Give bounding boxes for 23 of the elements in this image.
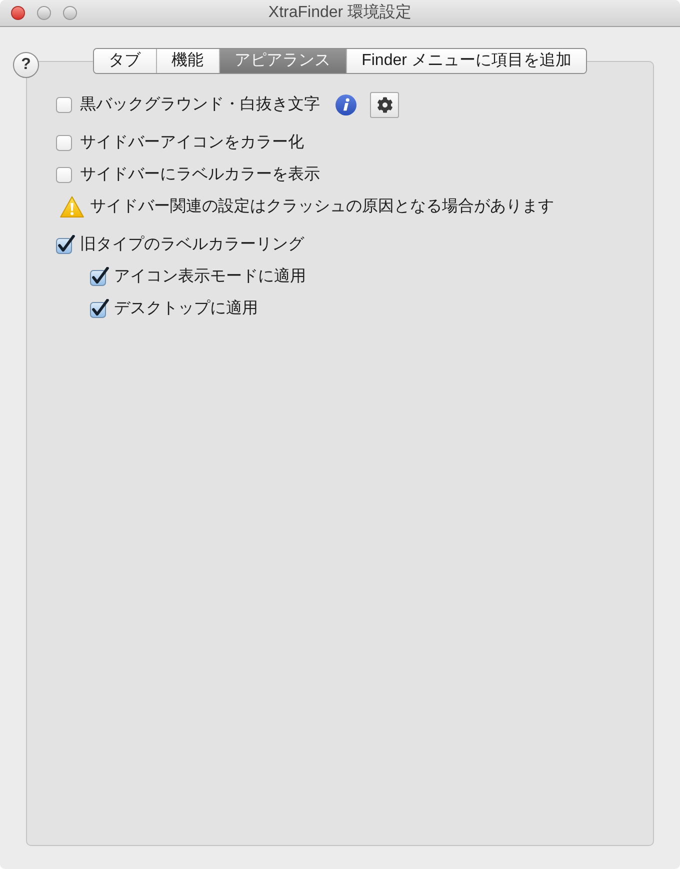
checkbox-label: サイドバーにラベルカラーを表示	[80, 164, 320, 185]
close-button[interactable]	[11, 6, 25, 20]
warning-icon	[60, 196, 84, 218]
checkbox[interactable]	[90, 266, 109, 286]
checkbox-label: デスクトップに適用	[114, 298, 258, 319]
settings-button[interactable]	[370, 92, 399, 118]
window-title: XtraFinder 環境設定	[268, 2, 412, 23]
gear-icon	[376, 97, 392, 113]
checkbox-label: 黒バックグラウンド・白抜き文字	[80, 94, 320, 115]
checkbox-label: 旧タイプのラベルカラーリング	[80, 234, 304, 255]
checkbox[interactable]	[56, 135, 72, 151]
tab[interactable]: 機能	[156, 49, 219, 73]
checkbox[interactable]	[56, 167, 72, 183]
checkbox[interactable]	[56, 97, 72, 113]
checkbox[interactable]	[56, 234, 75, 254]
help-button[interactable]: ?	[13, 52, 39, 78]
info-icon[interactable]	[335, 94, 357, 116]
checkbox-label: アイコン表示モードに適用	[114, 266, 306, 287]
tab[interactable]: Finder メニューに項目を追加	[346, 49, 586, 73]
checkbox[interactable]	[90, 298, 109, 318]
tab[interactable]: タブ	[94, 49, 156, 73]
checkbox-label: サイドバーアイコンをカラー化	[80, 133, 304, 153]
warning-text: サイドバー関連の設定はクラッシュの原因となる場合があります	[90, 196, 554, 217]
